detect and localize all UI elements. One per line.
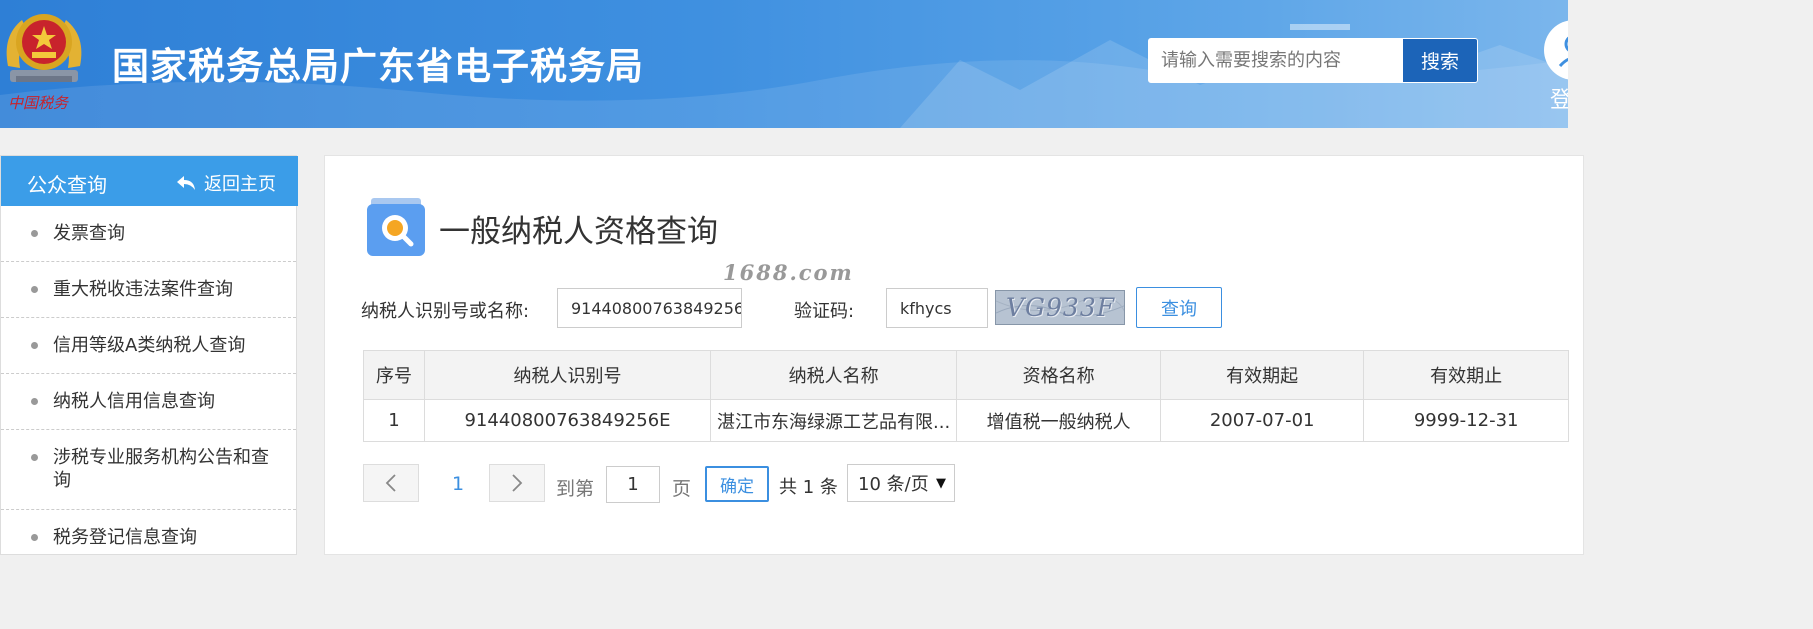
page-size-select[interactable]: 10 条/页 ▼ [847,464,955,502]
query-button[interactable]: 查询 [1136,287,1222,328]
sidebar-item-tax-violation-query[interactable]: 重大税收违法案件查询 [1,262,296,318]
search-button[interactable]: 搜索 [1403,39,1477,82]
captcha-image[interactable]: VG933F [995,290,1125,325]
back-home-link[interactable]: 返回主页 [176,170,276,196]
result-table: 序号 纳税人识别号 纳税人名称 资格名称 有效期起 有效期止 1 9144080… [363,350,1570,442]
col-header-index: 序号 [363,350,425,400]
cell-index: 1 [363,399,425,442]
col-header-valid-to: 有效期止 [1363,350,1570,400]
sidebar-item-credit-info-query[interactable]: 纳税人信用信息查询 [1,374,296,430]
sidebar-item-label: 税务登记信息查询 [53,527,197,548]
captcha-label: 验证码: [794,301,855,322]
col-header-taxpayer-name: 纳税人名称 [709,350,958,400]
login-link[interactable]: 登 [1550,82,1568,114]
taxpayer-id-label: 纳税人识别号或名称: [361,301,530,322]
bullet-icon [31,230,38,237]
emblem-caption: 中国税务 [8,94,69,112]
sidebar-item-credit-a-query[interactable]: 信用等级A类纳税人查询 [1,318,296,374]
captcha-input[interactable]: kfhycs [886,288,988,328]
site-header: 中国税务 国家税务总局广东省电子税务局 搜索 登 [0,0,1568,128]
prev-page-button[interactable] [363,464,419,502]
cell-qualification: 增值税一般纳税人 [956,399,1162,442]
page-size-value: 10 条/页 [858,474,929,495]
search-document-icon [367,196,425,256]
tax-emblem-logo: 中国税务 [2,6,86,112]
goto-suffix-label: 页 [672,478,692,500]
sidebar-item-label: 涉税专业服务机构公告和查询 [53,447,269,491]
sidebar-item-label: 重大税收违法案件查询 [53,279,233,300]
chevron-left-icon [385,474,396,492]
page-title: 一般纳税人资格查询 [439,214,718,250]
cell-taxpayer-id: 91440800763849256E [424,399,711,442]
goto-page-input[interactable]: 1 [606,466,660,503]
main-panel: 一般纳税人资格查询 1688.com 纳税人识别号或名称: 9144080076… [324,155,1584,555]
col-header-taxpayer-id: 纳税人识别号 [424,350,711,400]
search-box: 搜索 [1148,38,1478,83]
bullet-icon [31,342,38,349]
cell-valid-to: 9999-12-31 [1363,399,1570,442]
total-count: 共 1 条 [779,477,838,498]
sidebar-title: 公众查询 [27,173,107,197]
table-row: 1 91440800763849256E 湛江市东海绿源工艺品有限... 增值税… [363,399,1570,442]
cell-taxpayer-name: 湛江市东海绿源工艺品有限... [709,399,958,442]
caret-down-icon: ▼ [936,476,946,491]
sidebar-item-label: 发票查询 [53,223,125,244]
chevron-right-icon [512,474,523,492]
site-title: 国家税务总局广东省电子税务局 [112,45,644,88]
sidebar: 公众查询 返回主页 发票查询 重大税收违法案件查询 信用等级A类纳税人查询 纳税… [0,155,298,555]
col-header-qualification: 资格名称 [956,350,1162,400]
bullet-icon [31,398,38,405]
cell-valid-from: 2007-07-01 [1160,399,1365,442]
sidebar-item-registration-query[interactable]: 税务登记信息查询 [1,510,296,566]
goto-confirm-button[interactable]: 确定 [705,466,769,502]
sidebar-header: 公众查询 返回主页 [1,156,298,206]
sidebar-item-invoice-query[interactable]: 发票查询 [1,206,296,262]
watermark: 1688.com [723,260,854,285]
bullet-icon [31,286,38,293]
taxpayer-id-input[interactable]: 91440800763849256E [557,288,742,328]
goto-prefix-label: 到第 [556,478,595,500]
sidebar-item-label: 信用等级A类纳税人查询 [53,335,246,356]
sidebar-item-label: 纳税人信用信息查询 [53,391,215,412]
search-input[interactable] [1149,39,1403,82]
next-page-button[interactable] [489,464,545,502]
table-header-row: 序号 纳税人识别号 纳税人名称 资格名称 有效期起 有效期止 [363,350,1570,400]
col-header-valid-from: 有效期起 [1160,350,1365,400]
bullet-icon [31,454,38,461]
reply-arrow-icon [177,176,195,190]
captcha-image-text: VG933F [1006,293,1116,322]
current-page-number[interactable]: 1 [452,473,464,495]
sidebar-item-service-agency-query[interactable]: 涉税专业服务机构公告和查询 [1,430,296,510]
user-avatar-icon[interactable] [1544,20,1568,80]
back-home-label: 返回主页 [204,174,276,195]
bullet-icon [31,534,38,541]
